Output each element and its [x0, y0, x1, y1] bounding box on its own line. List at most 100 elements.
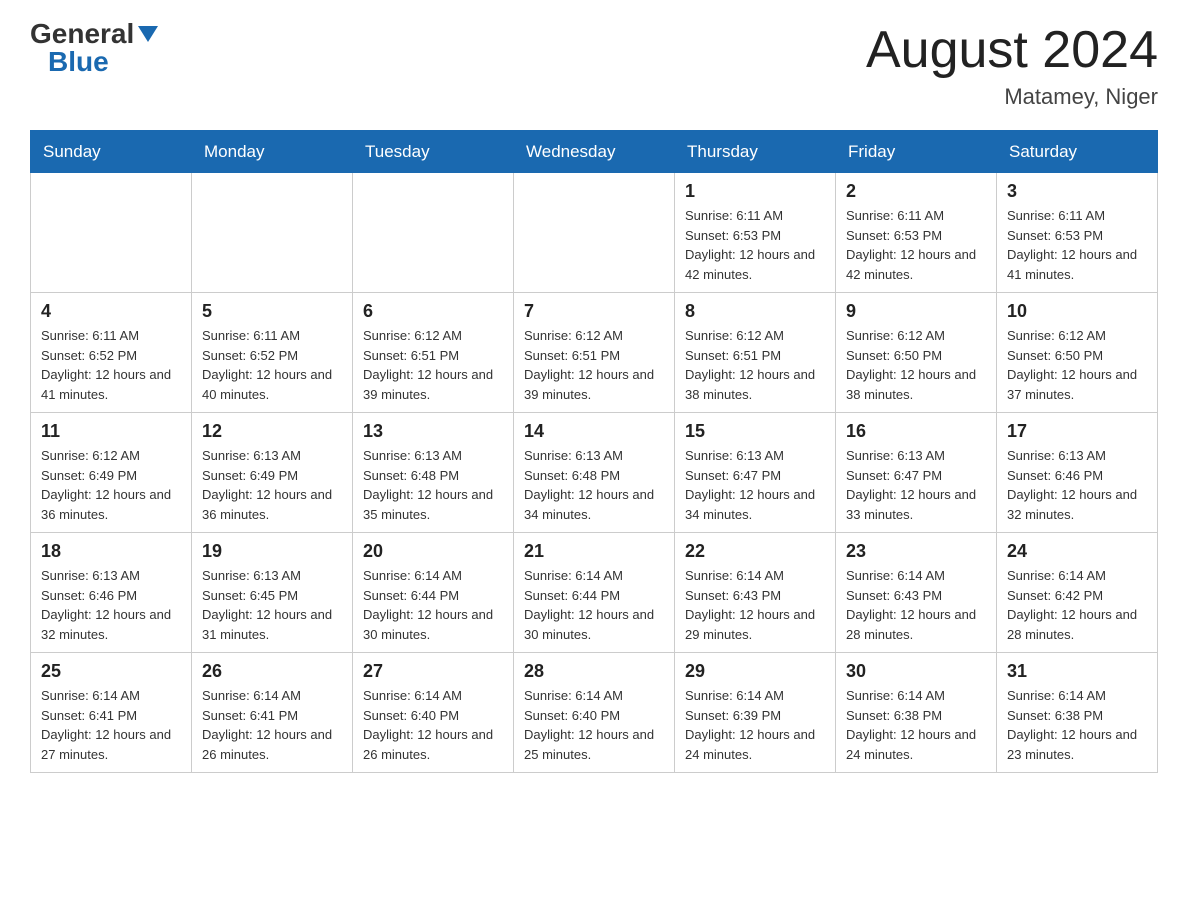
calendar-cell	[192, 173, 353, 293]
day-number: 30	[846, 661, 986, 682]
day-number: 25	[41, 661, 181, 682]
calendar-cell	[514, 173, 675, 293]
calendar-week-row: 25 Sunrise: 6:14 AMSunset: 6:41 PMDayligh…	[31, 653, 1158, 773]
day-number: 1	[685, 181, 825, 202]
day-info: Sunrise: 6:12 AMSunset: 6:50 PMDaylight:…	[1007, 326, 1147, 404]
day-number: 3	[1007, 181, 1147, 202]
day-of-week-header: Monday	[192, 131, 353, 173]
calendar-cell: 2Sunrise: 6:11 AMSunset: 6:53 PMDaylight…	[836, 173, 997, 293]
calendar-cell: 28 Sunrise: 6:14 AMSunset: 6:40 PMDayligh…	[514, 653, 675, 773]
day-info: Sunrise: 6:13 AMSunset: 6:49 PMDaylight:…	[202, 446, 342, 524]
calendar-cell: 21Sunrise: 6:14 AMSunset: 6:44 PMDayligh…	[514, 533, 675, 653]
calendar-cell: 24Sunrise: 6:14 AMSunset: 6:42 PMDayligh…	[997, 533, 1158, 653]
day-number: 12	[202, 421, 342, 442]
calendar-cell: 26Sunrise: 6:14 AMSunset: 6:41 PMDayligh…	[192, 653, 353, 773]
day-number: 2	[846, 181, 986, 202]
day-number: 7	[524, 301, 664, 322]
day-info: Sunrise: 6:14 AMSunset: 6:43 PMDaylight:…	[846, 566, 986, 644]
calendar-cell: 30 Sunrise: 6:14 AMSunset: 6:38 PMDayligh…	[836, 653, 997, 773]
calendar-week-row: 18Sunrise: 6:13 AMSunset: 6:46 PMDayligh…	[31, 533, 1158, 653]
day-number: 26	[202, 661, 342, 682]
day-number: 23	[846, 541, 986, 562]
calendar-table: SundayMondayTuesdayWednesdayThursdayFrid…	[30, 130, 1158, 773]
logo-triangle-icon	[138, 26, 158, 42]
day-info: Sunrise: 6:11 AMSunset: 6:53 PMDaylight:…	[1007, 206, 1147, 284]
day-info: Sunrise: 6:14 AMSunset: 6:38 PMDaylight:…	[1007, 686, 1147, 764]
day-number: 5	[202, 301, 342, 322]
day-info: Sunrise: 6:14 AMSunset: 6:40 PMDaylight:…	[363, 686, 503, 764]
day-number: 15	[685, 421, 825, 442]
calendar-cell: 17 Sunrise: 6:13 AMSunset: 6:46 PMDayligh…	[997, 413, 1158, 533]
calendar-cell: 6 Sunrise: 6:12 AMSunset: 6:51 PMDaylight…	[353, 293, 514, 413]
day-number: 28	[524, 661, 664, 682]
calendar-cell: 15Sunrise: 6:13 AMSunset: 6:47 PMDayligh…	[675, 413, 836, 533]
calendar-title: August 2024	[866, 20, 1158, 80]
logo-blue-text: Blue	[48, 48, 109, 76]
day-number: 20	[363, 541, 503, 562]
day-info: Sunrise: 6:12 AMSunset: 6:51 PMDaylight:…	[524, 326, 664, 404]
calendar-cell: 7 Sunrise: 6:12 AMSunset: 6:51 PMDaylight…	[514, 293, 675, 413]
calendar-cell: 1 Sunrise: 6:11 AMSunset: 6:53 PMDaylight…	[675, 173, 836, 293]
calendar-cell: 5Sunrise: 6:11 AMSunset: 6:52 PMDaylight…	[192, 293, 353, 413]
day-number: 10	[1007, 301, 1147, 322]
day-info: Sunrise: 6:13 AMSunset: 6:48 PMDaylight:…	[524, 446, 664, 524]
day-number: 9	[846, 301, 986, 322]
day-number: 14	[524, 421, 664, 442]
day-number: 22	[685, 541, 825, 562]
day-info: Sunrise: 6:13 AMSunset: 6:48 PMDaylight:…	[363, 446, 503, 524]
day-number: 17	[1007, 421, 1147, 442]
day-of-week-header: Tuesday	[353, 131, 514, 173]
day-info: Sunrise: 6:14 AMSunset: 6:44 PMDaylight:…	[363, 566, 503, 644]
logo-general-text: General	[30, 20, 134, 48]
calendar-cell: 23 Sunrise: 6:14 AMSunset: 6:43 PMDayligh…	[836, 533, 997, 653]
calendar-cell: 16 Sunrise: 6:13 AMSunset: 6:47 PMDayligh…	[836, 413, 997, 533]
day-number: 24	[1007, 541, 1147, 562]
day-info: Sunrise: 6:13 AMSunset: 6:46 PMDaylight:…	[1007, 446, 1147, 524]
calendar-cell: 9Sunrise: 6:12 AMSunset: 6:50 PMDaylight…	[836, 293, 997, 413]
calendar-subtitle: Matamey, Niger	[866, 84, 1158, 110]
day-of-week-header: Wednesday	[514, 131, 675, 173]
day-number: 29	[685, 661, 825, 682]
day-info: Sunrise: 6:14 AMSunset: 6:38 PMDaylight:…	[846, 686, 986, 764]
day-info: Sunrise: 6:13 AMSunset: 6:45 PMDaylight:…	[202, 566, 342, 644]
day-info: Sunrise: 6:14 AMSunset: 6:44 PMDaylight:…	[524, 566, 664, 644]
calendar-week-row: 4 Sunrise: 6:11 AMSunset: 6:52 PMDaylight…	[31, 293, 1158, 413]
day-number: 6	[363, 301, 503, 322]
calendar-cell: 25 Sunrise: 6:14 AMSunset: 6:41 PMDayligh…	[31, 653, 192, 773]
calendar-week-row: 1 Sunrise: 6:11 AMSunset: 6:53 PMDaylight…	[31, 173, 1158, 293]
day-number: 16	[846, 421, 986, 442]
day-number: 4	[41, 301, 181, 322]
calendar-cell: 22 Sunrise: 6:14 AMSunset: 6:43 PMDayligh…	[675, 533, 836, 653]
day-of-week-header: Friday	[836, 131, 997, 173]
logo: General Blue	[30, 20, 158, 76]
day-number: 8	[685, 301, 825, 322]
day-number: 13	[363, 421, 503, 442]
day-number: 19	[202, 541, 342, 562]
page-header: General Blue August 2024 Matamey, Niger	[30, 20, 1158, 110]
day-info: Sunrise: 6:12 AMSunset: 6:51 PMDaylight:…	[363, 326, 503, 404]
calendar-cell	[31, 173, 192, 293]
day-info: Sunrise: 6:11 AMSunset: 6:53 PMDaylight:…	[685, 206, 825, 284]
day-of-week-header: Sunday	[31, 131, 192, 173]
day-number: 31	[1007, 661, 1147, 682]
day-info: Sunrise: 6:11 AMSunset: 6:52 PMDaylight:…	[41, 326, 181, 404]
calendar-cell: 10 Sunrise: 6:12 AMSunset: 6:50 PMDayligh…	[997, 293, 1158, 413]
day-info: Sunrise: 6:14 AMSunset: 6:43 PMDaylight:…	[685, 566, 825, 644]
day-info: Sunrise: 6:13 AMSunset: 6:47 PMDaylight:…	[846, 446, 986, 524]
calendar-cell: 31 Sunrise: 6:14 AMSunset: 6:38 PMDayligh…	[997, 653, 1158, 773]
day-info: Sunrise: 6:14 AMSunset: 6:41 PMDaylight:…	[41, 686, 181, 764]
day-info: Sunrise: 6:12 AMSunset: 6:51 PMDaylight:…	[685, 326, 825, 404]
calendar-cell: 18Sunrise: 6:13 AMSunset: 6:46 PMDayligh…	[31, 533, 192, 653]
calendar-cell: 11Sunrise: 6:12 AMSunset: 6:49 PMDayligh…	[31, 413, 192, 533]
calendar-cell: 4 Sunrise: 6:11 AMSunset: 6:52 PMDaylight…	[31, 293, 192, 413]
calendar-cell: 29 Sunrise: 6:14 AMSunset: 6:39 PMDayligh…	[675, 653, 836, 773]
calendar-cell: 20 Sunrise: 6:14 AMSunset: 6:44 PMDayligh…	[353, 533, 514, 653]
day-info: Sunrise: 6:12 AMSunset: 6:49 PMDaylight:…	[41, 446, 181, 524]
day-info: Sunrise: 6:13 AMSunset: 6:46 PMDaylight:…	[41, 566, 181, 644]
calendar-cell: 27Sunrise: 6:14 AMSunset: 6:40 PMDayligh…	[353, 653, 514, 773]
calendar-cell: 12 Sunrise: 6:13 AMSunset: 6:49 PMDayligh…	[192, 413, 353, 533]
day-of-week-header: Thursday	[675, 131, 836, 173]
day-info: Sunrise: 6:14 AMSunset: 6:39 PMDaylight:…	[685, 686, 825, 764]
calendar-cell	[353, 173, 514, 293]
day-info: Sunrise: 6:14 AMSunset: 6:40 PMDaylight:…	[524, 686, 664, 764]
